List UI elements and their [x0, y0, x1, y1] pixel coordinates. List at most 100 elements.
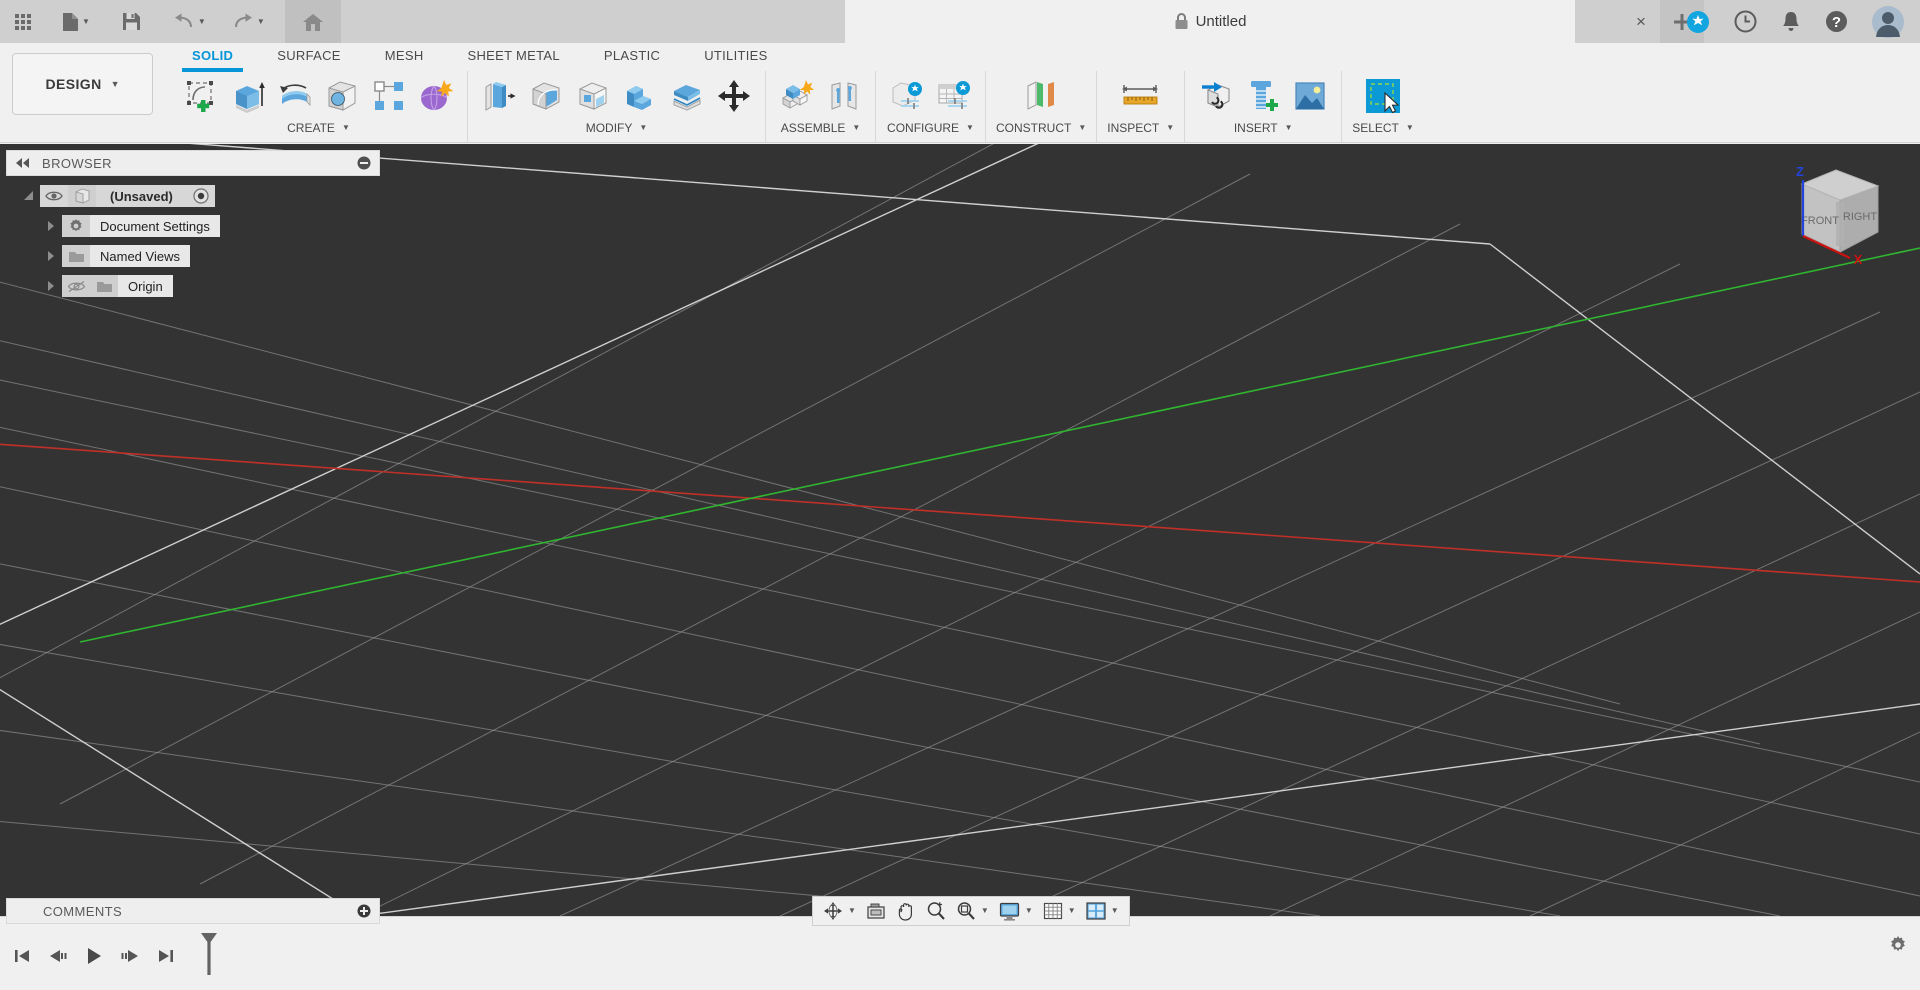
job-status-button[interactable]: [1722, 0, 1769, 43]
radio-target-icon[interactable]: [187, 185, 215, 207]
zoom-button[interactable]: [922, 899, 950, 923]
step-forward-button[interactable]: [116, 942, 144, 970]
offset-face-tool[interactable]: [666, 75, 708, 117]
play-button[interactable]: [80, 942, 108, 970]
eye-icon[interactable]: [40, 185, 68, 207]
panel-assemble-label[interactable]: ASSEMBLE ▼: [781, 121, 861, 135]
select-tool[interactable]: [1359, 75, 1407, 117]
unsaved-node[interactable]: (Unsaved): [40, 185, 215, 207]
new-file-button[interactable]: ▼: [54, 0, 98, 43]
configuration-tool[interactable]: [886, 75, 928, 117]
create-sketch-tool[interactable]: [180, 75, 222, 117]
expand-toggle-origin[interactable]: [40, 280, 62, 292]
home-button[interactable]: [284, 0, 341, 43]
fit-button[interactable]: ▼: [952, 899, 993, 923]
insert-derive-tool[interactable]: [1195, 75, 1237, 117]
timeline-marker[interactable]: [198, 931, 220, 980]
skip-to-start-button[interactable]: [8, 942, 36, 970]
panel-construct: CONSTRUCT ▼: [986, 71, 1098, 143]
panel-assemble: ASSEMBLE ▼: [766, 71, 876, 143]
collapse-left-icon[interactable]: [15, 158, 30, 168]
grid-snaps-button[interactable]: ▼: [1039, 900, 1080, 923]
pattern-tool[interactable]: [368, 75, 410, 117]
sweep-tool[interactable]: [321, 75, 363, 117]
view-cube[interactable]: FRONT RIGHT Z X: [1774, 160, 1894, 270]
pan-button[interactable]: [892, 899, 920, 923]
orbit-button[interactable]: ▼: [819, 899, 860, 923]
expand-toggle-named-views[interactable]: [40, 250, 62, 262]
panel-inspect-label[interactable]: INSPECT ▼: [1107, 121, 1174, 135]
panel-select-label[interactable]: SELECT ▼: [1352, 121, 1414, 135]
tree-row-origin[interactable]: Origin: [0, 274, 220, 298]
tab-mesh[interactable]: MESH: [363, 44, 446, 67]
redo-button[interactable]: ▼: [224, 0, 273, 43]
insert-image-tool[interactable]: [1289, 75, 1331, 117]
fillet-tool[interactable]: [525, 75, 567, 117]
create-form-tool[interactable]: [415, 75, 457, 117]
panel-modify-label[interactable]: MODIFY ▼: [586, 121, 648, 135]
new-component-tool[interactable]: [776, 75, 818, 117]
document-settings-node[interactable]: Document Settings: [62, 215, 220, 237]
panel-configure-label[interactable]: CONFIGURE ▼: [887, 121, 974, 135]
undo-icon: [174, 13, 192, 27]
help-button[interactable]: ?: [1813, 0, 1860, 43]
measure-tool[interactable]: [1115, 75, 1167, 117]
extrude-tool[interactable]: [227, 75, 269, 117]
panel-insert-label[interactable]: INSERT ▼: [1234, 121, 1293, 135]
workspace-selector[interactable]: DESIGN ▼: [12, 53, 153, 115]
grid-settings-icon: [1043, 902, 1062, 919]
viewports-button[interactable]: ▼: [1082, 900, 1123, 922]
home-icon: [302, 13, 323, 31]
step-back-button[interactable]: [44, 942, 72, 970]
tree-row-unsaved[interactable]: (Unsaved): [0, 184, 220, 208]
press-pull-tool[interactable]: [478, 75, 520, 117]
notifications-button[interactable]: [1769, 0, 1813, 43]
form-sphere-icon: [420, 80, 454, 111]
plus-circle-icon[interactable]: [357, 904, 371, 918]
comments-panel-header[interactable]: COMMENTS: [6, 898, 380, 924]
named-views-node[interactable]: Named Views: [62, 245, 190, 267]
joint-tool[interactable]: [823, 75, 865, 117]
viewport-3d[interactable]: FRONT RIGHT Z X: [0, 144, 1920, 916]
look-at-button[interactable]: [862, 900, 890, 922]
move-copy-tool[interactable]: [713, 75, 755, 117]
skip-to-end-button[interactable]: [152, 942, 180, 970]
document-tab[interactable]: Untitled: [845, 0, 1575, 43]
insert-mcmaster-tool[interactable]: [1242, 75, 1284, 117]
tab-utilities[interactable]: UTILITIES: [682, 44, 789, 67]
panel-modify-tools: [478, 71, 755, 121]
configuration-table-tool[interactable]: [933, 75, 975, 117]
save-button[interactable]: [114, 0, 149, 43]
chevron-down-icon: ▼: [197, 16, 206, 26]
chevron-down-icon: ▼: [1067, 906, 1076, 915]
extensions-button[interactable]: [1674, 0, 1722, 43]
account-button[interactable]: [1860, 0, 1920, 43]
minus-circle-icon[interactable]: [357, 156, 371, 170]
offset-plane-tool[interactable]: [1017, 75, 1065, 117]
tree-row-named-views[interactable]: Named Views: [0, 244, 220, 268]
revolve-tool[interactable]: [274, 75, 316, 117]
panel-select: SELECT ▼: [1342, 71, 1424, 143]
tab-surface[interactable]: SURFACE: [255, 44, 363, 67]
panel-construct-title: CONSTRUCT: [996, 121, 1072, 135]
browser-panel-header[interactable]: BROWSER: [6, 150, 380, 176]
tree-row-document-settings[interactable]: Document Settings: [0, 214, 220, 238]
origin-node[interactable]: Origin: [62, 275, 173, 297]
shell-tool[interactable]: [572, 75, 614, 117]
panel-create-label[interactable]: CREATE ▼: [287, 121, 350, 135]
undo-button[interactable]: ▼: [165, 0, 214, 43]
display-settings-button[interactable]: ▼: [995, 900, 1037, 923]
combine-tool[interactable]: [619, 75, 661, 117]
panel-construct-label[interactable]: CONSTRUCT ▼: [996, 121, 1086, 135]
expand-toggle-unsaved[interactable]: [18, 190, 40, 202]
document-title: Untitled: [1195, 13, 1247, 30]
expand-toggle-document-settings[interactable]: [40, 220, 62, 232]
tab-sheet-metal[interactable]: SHEET METAL: [446, 44, 582, 67]
app-grid-button[interactable]: [0, 0, 40, 43]
panel-insert-tools: [1195, 71, 1331, 121]
tab-plastic[interactable]: PLASTIC: [582, 44, 682, 67]
timeline-settings-button[interactable]: [1888, 935, 1908, 960]
eye-off-icon[interactable]: [62, 275, 90, 297]
close-document-button[interactable]: ×: [1630, 11, 1652, 33]
tab-solid[interactable]: SOLID: [170, 44, 255, 72]
